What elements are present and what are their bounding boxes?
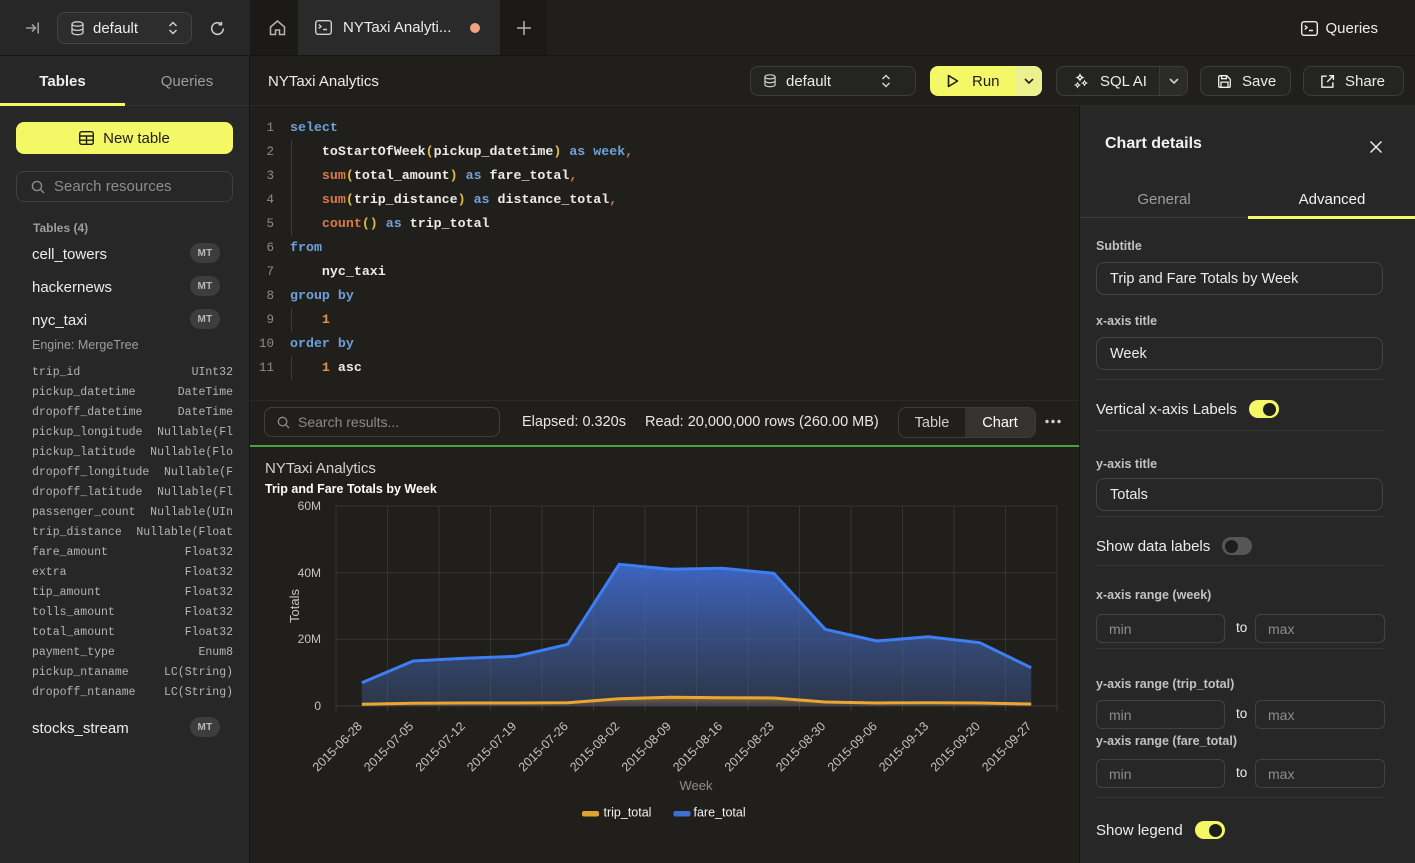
svg-text:2015-07-05: 2015-07-05 xyxy=(361,719,416,774)
svg-text:Trip and Fare Totals by Week: Trip and Fare Totals by Week xyxy=(265,482,437,496)
svg-text:2015-07-12: 2015-07-12 xyxy=(413,719,468,774)
svg-text:2015-07-19: 2015-07-19 xyxy=(464,719,519,774)
svg-text:2015-09-13: 2015-09-13 xyxy=(876,719,931,774)
svg-text:2015-08-23: 2015-08-23 xyxy=(722,719,777,774)
svg-text:2015-07-26: 2015-07-26 xyxy=(516,719,571,774)
svg-text:2015-09-06: 2015-09-06 xyxy=(825,719,880,774)
svg-text:2015-08-30: 2015-08-30 xyxy=(773,719,828,774)
svg-text:2015-09-20: 2015-09-20 xyxy=(928,719,983,774)
svg-text:2015-08-16: 2015-08-16 xyxy=(670,719,725,774)
svg-text:40M: 40M xyxy=(298,566,321,580)
svg-text:trip_total: trip_total xyxy=(604,806,652,820)
svg-text:fare_total: fare_total xyxy=(694,806,746,820)
svg-text:2015-06-28: 2015-06-28 xyxy=(310,719,365,774)
svg-text:20M: 20M xyxy=(298,632,321,646)
svg-text:0: 0 xyxy=(314,699,321,713)
svg-text:2015-09-27: 2015-09-27 xyxy=(979,719,1034,774)
svg-text:Totals: Totals xyxy=(287,589,302,623)
svg-text:60M: 60M xyxy=(298,499,321,513)
svg-text:Week: Week xyxy=(680,778,713,793)
svg-text:2015-08-09: 2015-08-09 xyxy=(619,719,674,774)
svg-text:NYTaxi Analytics: NYTaxi Analytics xyxy=(265,460,376,477)
svg-text:2015-08-02: 2015-08-02 xyxy=(567,719,622,774)
